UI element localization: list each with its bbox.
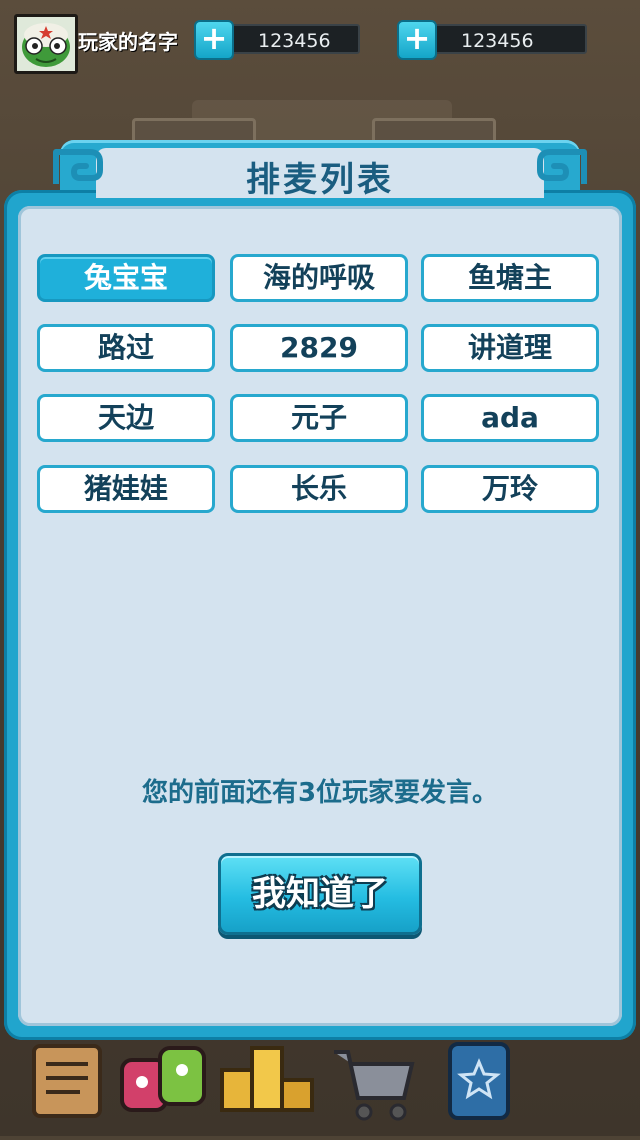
nav-item-shop[interactable] [324, 1040, 424, 1136]
queue-item[interactable]: 讲道理 [421, 324, 599, 372]
scroll-icon [32, 1044, 102, 1118]
top-bar: 玩家的名字 123456 + 123456 + [0, 0, 640, 80]
currency-1: 123456 + [194, 20, 364, 60]
currency-1-value: 123456 [230, 24, 360, 54]
monsters-icon [120, 1046, 206, 1112]
queue-item[interactable]: 万玲 [421, 465, 599, 513]
confirm-button[interactable]: 我知道了 [218, 853, 422, 935]
queue-item[interactable]: 元子 [230, 394, 408, 442]
plus-icon: + [200, 19, 228, 57]
queue-item[interactable]: 天边 [37, 394, 215, 442]
queue-item[interactable]: 长乐 [230, 465, 408, 513]
queue-message: 您的前面还有3位玩家要发言。 [141, 778, 499, 808]
currency-2-value: 123456 [433, 24, 587, 54]
nav-item-ranking[interactable] [218, 1040, 318, 1136]
player-avatar[interactable] [14, 14, 78, 74]
player-name: 玩家的名字 [78, 30, 178, 54]
nav-item-tasks[interactable] [14, 1040, 114, 1136]
star-card-icon [448, 1042, 510, 1120]
nav-item-collection[interactable] [430, 1040, 530, 1136]
queue-item[interactable]: 2829 [230, 324, 408, 372]
queue-item[interactable]: 路过 [37, 324, 215, 372]
plus-icon: + [403, 19, 431, 57]
queue-item[interactable]: 兔宝宝 [37, 254, 215, 302]
podium-icon [220, 1046, 314, 1112]
queue-item[interactable]: 鱼塘主 [421, 254, 599, 302]
bottom-nav [0, 1040, 640, 1136]
shopping-cart-icon [334, 1050, 415, 1121]
currency-2-add-button[interactable]: + [397, 20, 437, 60]
dialog-title: 排麦列表 [246, 160, 394, 200]
queue-item[interactable]: 猪娃娃 [37, 465, 215, 513]
frog-soldier-avatar-icon [17, 17, 75, 71]
queue-item[interactable]: ada [421, 394, 599, 442]
queue-item[interactable]: 海的呼吸 [230, 254, 408, 302]
currency-1-add-button[interactable]: + [194, 20, 234, 60]
nav-item-monsters[interactable] [116, 1040, 216, 1136]
currency-2: 123456 + [397, 20, 587, 60]
